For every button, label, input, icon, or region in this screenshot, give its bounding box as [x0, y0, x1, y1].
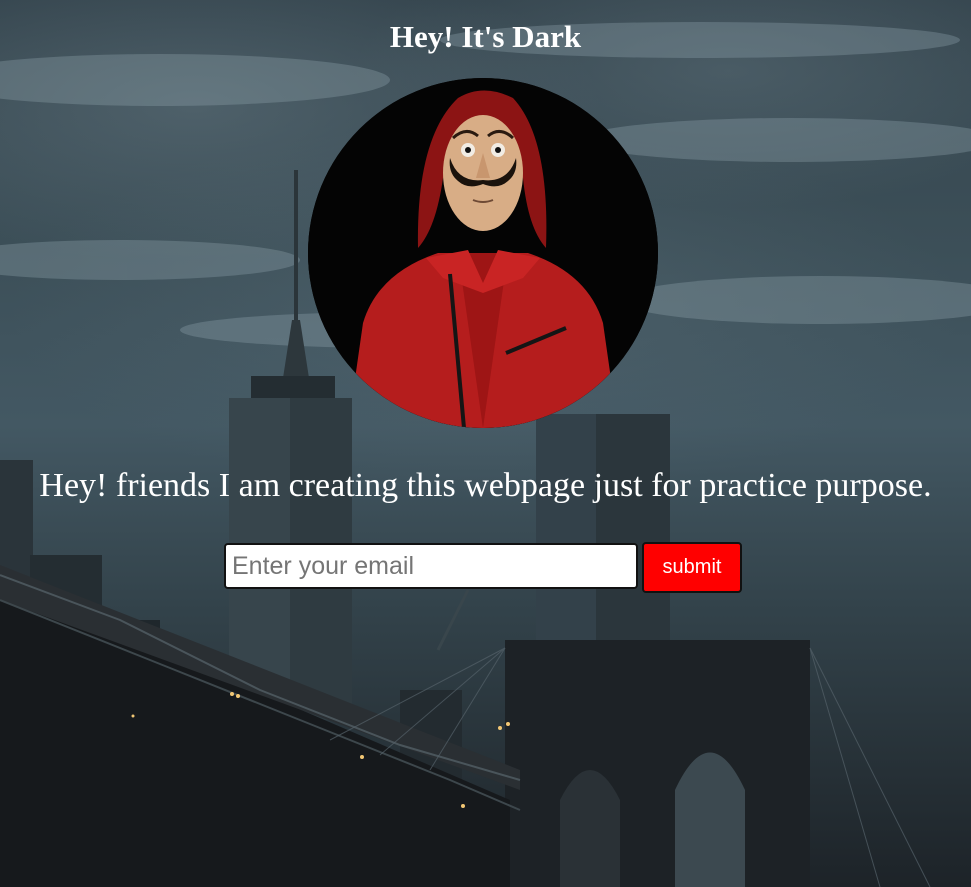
page-title: Hey! It's Dark — [389, 19, 582, 54]
tagline: Hey! friends I am creating this webpage … — [39, 467, 932, 504]
avatar — [308, 78, 658, 428]
masked-person-avatar-icon — [308, 78, 658, 428]
email-field[interactable] — [224, 543, 638, 589]
submit-button[interactable]: submit — [642, 542, 742, 593]
